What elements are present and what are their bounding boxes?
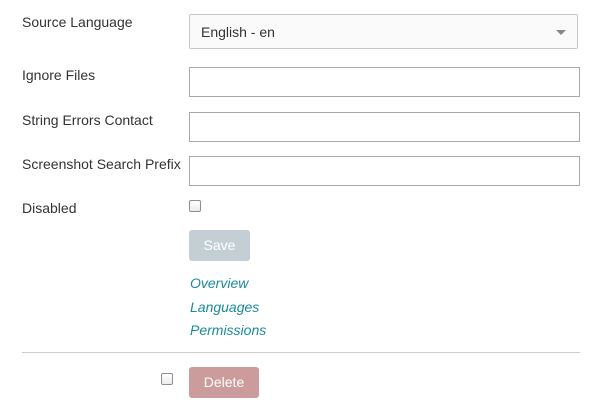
- screenshot-search-prefix-label: Screenshot Search Prefix: [22, 156, 181, 172]
- disabled-label: Disabled: [22, 200, 77, 216]
- chevron-down-icon: [556, 30, 566, 35]
- delete-confirm-checkbox[interactable]: [161, 373, 173, 385]
- delete-button[interactable]: Delete: [189, 367, 259, 398]
- source-language-label: Source Language: [22, 14, 133, 30]
- source-language-selected-value: English - en: [201, 24, 275, 40]
- save-button[interactable]: Save: [189, 230, 250, 261]
- ignore-files-label: Ignore Files: [22, 67, 96, 83]
- screenshot-search-prefix-input[interactable]: [189, 156, 580, 186]
- section-divider: [22, 352, 580, 353]
- string-errors-contact-label: String Errors Contact: [22, 112, 153, 128]
- disabled-checkbox[interactable]: [189, 200, 201, 212]
- overview-link[interactable]: Overview: [190, 275, 248, 291]
- source-language-select[interactable]: English - en: [189, 14, 578, 49]
- languages-link[interactable]: Languages: [190, 299, 259, 315]
- ignore-files-input[interactable]: [189, 67, 580, 97]
- permissions-link[interactable]: Permissions: [190, 322, 266, 338]
- string-errors-contact-input[interactable]: [189, 112, 580, 142]
